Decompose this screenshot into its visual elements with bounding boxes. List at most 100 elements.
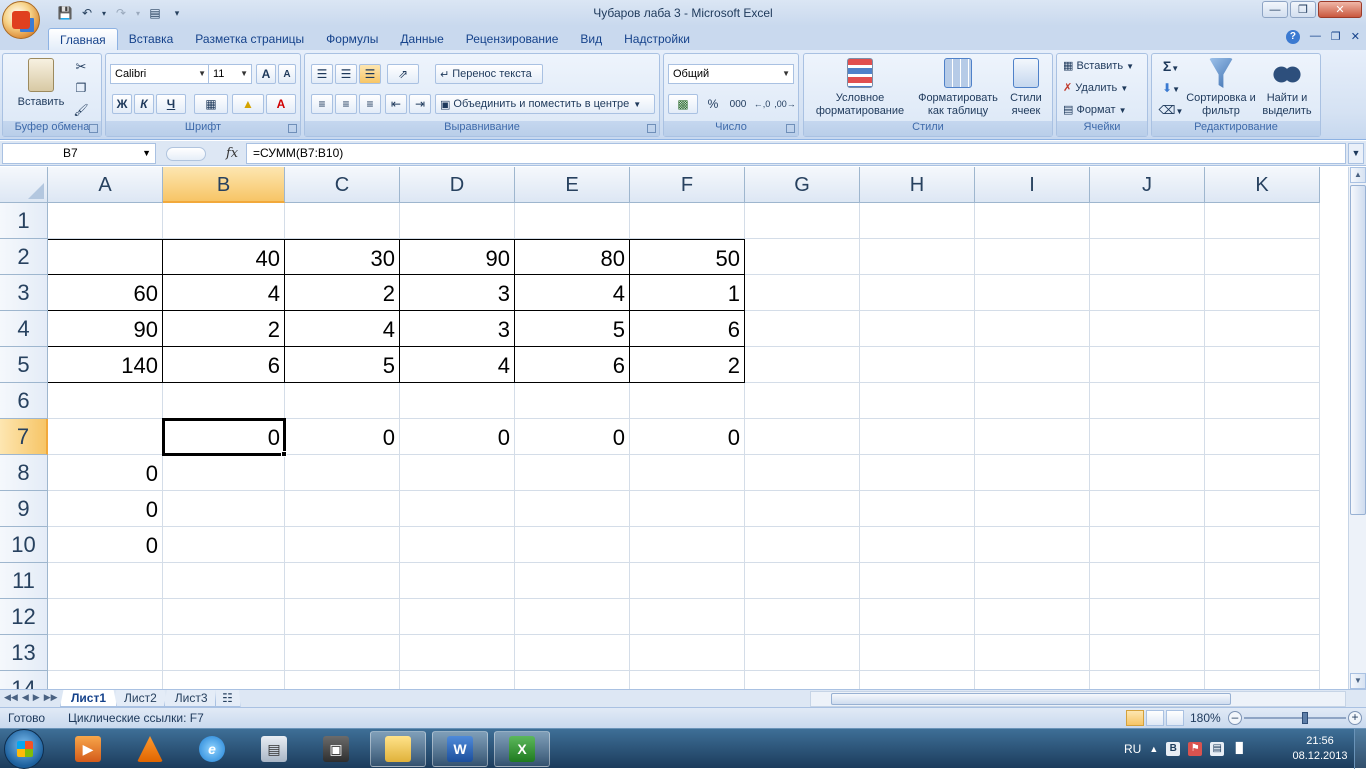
column-header-i[interactable]: I: [975, 167, 1090, 203]
cell-f11[interactable]: [630, 563, 745, 599]
worksheet-grid[interactable]: ABCDEFGHIJK 1 2 3 4 5 6 7 8 9 10 11 12 13 14 40 30 90 80…: [0, 167, 1348, 689]
cell-j13[interactable]: [1090, 635, 1205, 671]
page-break-view-icon[interactable]: [1166, 710, 1184, 726]
cell-a1[interactable]: [48, 203, 163, 239]
formula-input[interactable]: =СУММ(B7:B10): [246, 143, 1346, 164]
number-format-combo[interactable]: Общий ▼: [668, 64, 794, 84]
cell-a6[interactable]: [48, 383, 163, 419]
bold-button[interactable]: Ж: [112, 94, 132, 114]
cell-k13[interactable]: [1205, 635, 1320, 671]
cell-j10[interactable]: [1090, 527, 1205, 563]
cell-g1[interactable]: [745, 203, 860, 239]
cell-e11[interactable]: [515, 563, 630, 599]
column-header-j[interactable]: J: [1090, 167, 1205, 203]
cell-b12[interactable]: [163, 599, 285, 635]
close-button[interactable]: ✕: [1318, 1, 1362, 18]
paste-button[interactable]: Вставить: [11, 58, 71, 109]
cell-d11[interactable]: [400, 563, 515, 599]
font-launcher-icon[interactable]: [288, 124, 297, 133]
cell-d13[interactable]: [400, 635, 515, 671]
cell-a14[interactable]: [48, 671, 163, 689]
clear-icon[interactable]: ⌫▼: [1158, 104, 1184, 118]
cell-a5[interactable]: 140: [48, 347, 163, 383]
cell-e14[interactable]: [515, 671, 630, 689]
cell-b2[interactable]: 40: [163, 239, 285, 275]
tab-page-layout[interactable]: Разметка страницы: [184, 28, 315, 50]
normal-view-icon[interactable]: [1126, 710, 1144, 726]
cell-h13[interactable]: [860, 635, 975, 671]
cell-a4[interactable]: 90: [48, 311, 163, 347]
thousands-button[interactable]: 000: [726, 94, 750, 114]
maximize-button[interactable]: ❐: [1290, 1, 1316, 18]
clipboard-launcher-icon[interactable]: [89, 124, 98, 133]
cell-k3[interactable]: [1205, 275, 1320, 311]
column-header-g[interactable]: G: [745, 167, 860, 203]
show-hidden-icons-icon[interactable]: ▲: [1149, 744, 1158, 754]
cell-b7[interactable]: 0: [162, 418, 286, 456]
row-header-10[interactable]: 10: [0, 527, 48, 563]
prev-sheet-icon[interactable]: ◀: [22, 692, 29, 703]
column-header-c[interactable]: C: [285, 167, 400, 203]
cell-k10[interactable]: [1205, 527, 1320, 563]
signal-icon[interactable]: █: [1232, 742, 1246, 756]
cell-d14[interactable]: [400, 671, 515, 689]
help-icon[interactable]: ?: [1285, 30, 1300, 44]
cell-d3[interactable]: 3: [400, 275, 515, 311]
cell-h8[interactable]: [860, 455, 975, 491]
cell-a10[interactable]: 0: [48, 527, 163, 563]
language-indicator[interactable]: RU: [1124, 742, 1141, 756]
cell-b13[interactable]: [163, 635, 285, 671]
cell-j1[interactable]: [1090, 203, 1205, 239]
cell-g13[interactable]: [745, 635, 860, 671]
cell-f6[interactable]: [630, 383, 745, 419]
cell-h5[interactable]: [860, 347, 975, 383]
cell-k2[interactable]: [1205, 239, 1320, 275]
cell-a11[interactable]: [48, 563, 163, 599]
expand-formula-bar-icon[interactable]: ▼: [1348, 143, 1364, 164]
cell-a13[interactable]: [48, 635, 163, 671]
wrap-text-button[interactable]: ↵ Перенос текста: [435, 64, 543, 84]
percent-button[interactable]: %: [702, 94, 724, 114]
cell-e7[interactable]: 0: [515, 419, 630, 455]
cell-g14[interactable]: [745, 671, 860, 689]
cell-i8[interactable]: [975, 455, 1090, 491]
cell-i14[interactable]: [975, 671, 1090, 689]
font-size-combo[interactable]: 11 ▼: [208, 64, 252, 84]
cell-e12[interactable]: [515, 599, 630, 635]
row-header-6[interactable]: 6: [0, 383, 48, 419]
cell-i4[interactable]: [975, 311, 1090, 347]
row-header-7[interactable]: 7: [0, 419, 48, 455]
row-header-2[interactable]: 2: [0, 239, 48, 275]
cell-g7[interactable]: [745, 419, 860, 455]
cell-b4[interactable]: 2: [163, 311, 285, 347]
cell-j11[interactable]: [1090, 563, 1205, 599]
taskbar-word[interactable]: W: [432, 731, 488, 767]
column-header-h[interactable]: H: [860, 167, 975, 203]
cell-c8[interactable]: [285, 455, 400, 491]
row-header-3[interactable]: 3: [0, 275, 48, 311]
currency-format-button[interactable]: ▩: [668, 94, 698, 114]
cell-f13[interactable]: [630, 635, 745, 671]
cell-d10[interactable]: [400, 527, 515, 563]
row-header-9[interactable]: 9: [0, 491, 48, 527]
cell-c10[interactable]: [285, 527, 400, 563]
cell-h3[interactable]: [860, 275, 975, 311]
cell-e13[interactable]: [515, 635, 630, 671]
cell-k6[interactable]: [1205, 383, 1320, 419]
cell-h11[interactable]: [860, 563, 975, 599]
cell-g5[interactable]: [745, 347, 860, 383]
cell-g11[interactable]: [745, 563, 860, 599]
cell-i7[interactable]: [975, 419, 1090, 455]
cell-h10[interactable]: [860, 527, 975, 563]
tab-addins[interactable]: Надстройки: [613, 28, 701, 50]
cell-g8[interactable]: [745, 455, 860, 491]
row-header-1[interactable]: 1: [0, 203, 48, 239]
cell-k14[interactable]: [1205, 671, 1320, 689]
sheet-tab-list3[interactable]: Лист3: [163, 690, 219, 707]
cell-k7[interactable]: [1205, 419, 1320, 455]
zoom-knob[interactable]: [1302, 712, 1308, 724]
cell-c2[interactable]: 30: [285, 239, 400, 275]
cell-d5[interactable]: 4: [400, 347, 515, 383]
cut-icon[interactable]: ✂: [73, 60, 89, 73]
align-top-button[interactable]: ☰: [311, 64, 333, 84]
